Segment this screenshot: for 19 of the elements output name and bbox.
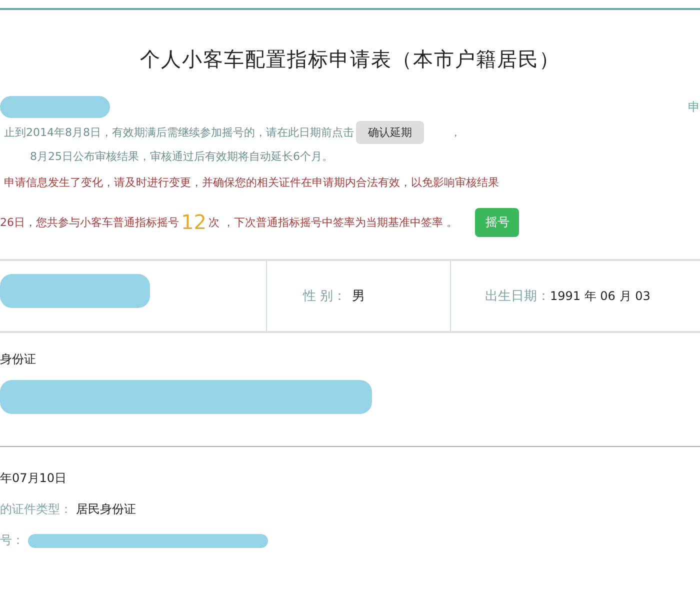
warning-text: 申请信息发生了变化，请及时进行变更，并确保您的相关证件在申请期内合法有效，以免影响审核结果	[4, 174, 499, 190]
notice-text: ，	[450, 124, 461, 140]
lottery-text: 次 ，下次普通指标摇号中签率为当期基准中签率 。	[208, 214, 458, 230]
form-title: 个人小客车配置指标申请表（本市户籍居民）	[139, 46, 561, 73]
date-text: 年07月10日	[0, 470, 67, 487]
header-text: 申	[688, 98, 700, 116]
notice-text: 8月25日公布审核结果，审核通过后有效期将自动延长6个月。	[30, 148, 333, 164]
confirm-button[interactable]: 确认延期	[356, 120, 424, 144]
gender-value: 男	[352, 288, 366, 305]
field-label: 号：	[0, 532, 24, 549]
birth-value: 1991 年 06 月 03	[550, 288, 650, 304]
notice-text: 止到2014年8月8日，有效期满后需继续参加摇号的，请在此日期前点击	[4, 124, 354, 140]
lottery-count: 12	[181, 210, 206, 234]
birth-label: 出生日期：	[485, 288, 550, 305]
id-type-text: 身份证	[0, 351, 37, 368]
gender-label: 性 别：	[303, 288, 346, 305]
field-label: 的证件类型：	[0, 501, 72, 518]
field-value: 居民身份证	[76, 501, 136, 518]
lottery-text: 26日，您共参与小客车普通指标摇号	[0, 214, 179, 230]
